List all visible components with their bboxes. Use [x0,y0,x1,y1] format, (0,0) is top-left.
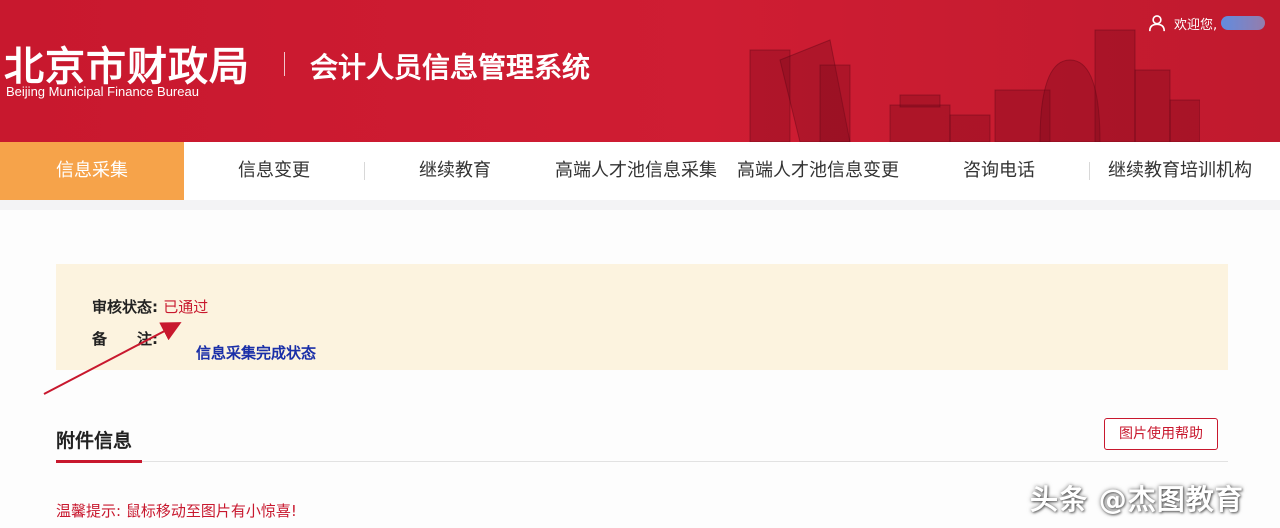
nav-item-consult-phone[interactable]: 咨询电话 [909,142,1089,200]
warm-tip: 温馨提示: 鼠标移动至图片有小惊喜! [56,502,297,520]
annotation-text: 信息采集完成状态 [196,344,317,362]
welcome-text: 欢迎您, [1174,17,1218,33]
blurred-username [1221,16,1266,30]
image-help-button[interactable]: 图片使用帮助 [1104,418,1218,450]
nav-item-training-institutions[interactable]: 继续教育培训机构 [1090,142,1270,200]
nav-item-talent-pool-change[interactable]: 高端人才池信息变更 [727,142,909,200]
review-status-box: 审核状态: 已通过 备 注: 信息采集完成状态 [56,264,1228,370]
review-status-label: 审核状态: [92,298,158,316]
review-status-row: 审核状态: 已通过 [92,296,208,317]
user-menu[interactable]: 欢迎您, [1148,12,1266,34]
site-header: 北京市财政局 Beijing Municipal Finance Bureau … [0,0,1280,142]
section-title-underline [56,460,142,463]
org-logo-en: Beijing Municipal Finance Bureau [6,84,199,99]
nav-item-info-change[interactable]: 信息变更 [184,142,364,200]
attachments-title: 附件信息 [56,430,133,452]
user-icon [1148,15,1166,32]
section-divider [56,461,1228,462]
city-skyline-illustration [749,29,1200,142]
watermark: 头条 @杰图教育 [1030,483,1244,516]
nav-item-talent-pool-collection[interactable]: 高端人才池信息采集 [545,142,727,200]
nav-item-info-collection[interactable]: 信息采集 [0,142,184,200]
nav-item-continuing-education[interactable]: 继续教育 [365,142,545,200]
review-status-value: 已通过 [163,298,209,316]
system-title: 会计人员信息管理系统 [310,51,591,84]
note-label: 备 注: [92,330,158,348]
main-nav: 信息采集 信息变更 继续教育 高端人才池信息采集 高端人才池信息变更 咨询电话 … [0,142,1280,200]
logo-divider [284,52,285,76]
